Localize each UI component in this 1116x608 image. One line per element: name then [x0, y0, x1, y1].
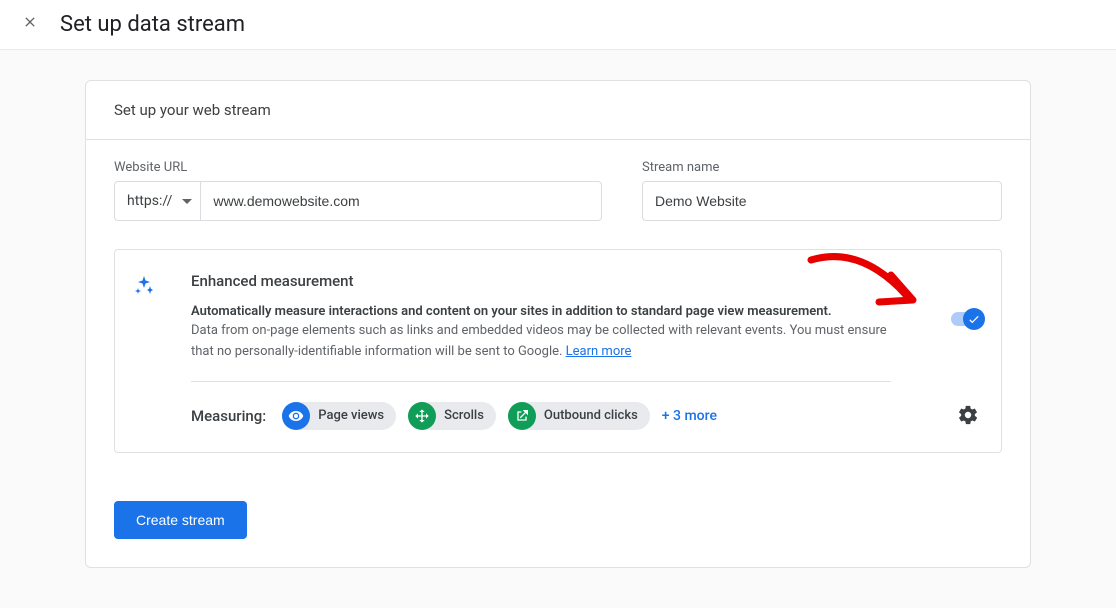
main-card: Set up your web stream Website URL https…: [85, 80, 1031, 568]
chevron-down-icon: [182, 199, 192, 204]
sparkle-icon: [132, 274, 156, 430]
chip-label: Page views: [318, 408, 384, 423]
section-title: Set up your web stream: [86, 81, 1030, 140]
eye-icon: [282, 402, 310, 430]
chip-scrolls: Scrolls: [408, 402, 496, 430]
enhanced-bold-line: Automatically measure interactions and c…: [191, 304, 979, 319]
measuring-row: Measuring: Page views Scrolls: [191, 402, 979, 430]
page-header: Set up data stream: [0, 0, 1116, 50]
enhanced-toggle[interactable]: [951, 312, 979, 326]
protocol-select[interactable]: https://: [114, 181, 200, 221]
gear-icon[interactable]: [957, 404, 979, 430]
enhanced-measurement-box: Enhanced measurement Automatically measu…: [114, 249, 1002, 453]
chip-page-views: Page views: [282, 402, 396, 430]
url-input[interactable]: [200, 181, 602, 221]
protocol-value: https://: [127, 193, 172, 209]
website-url-field: Website URL https://: [114, 160, 602, 221]
outbound-icon: [508, 402, 536, 430]
stream-name-label: Stream name: [642, 160, 1002, 175]
chip-label: Outbound clicks: [544, 408, 638, 423]
create-stream-button[interactable]: Create stream: [114, 501, 247, 539]
check-icon: [963, 308, 985, 330]
close-icon[interactable]: [20, 14, 40, 35]
stream-name-field: Stream name: [642, 160, 1002, 221]
enhanced-desc-text: Data from on-page elements such as links…: [191, 323, 887, 359]
page-title: Set up data stream: [60, 12, 245, 37]
url-label: Website URL: [114, 160, 602, 175]
chip-outbound: Outbound clicks: [508, 402, 650, 430]
measuring-label: Measuring:: [191, 407, 266, 425]
stream-name-input[interactable]: [642, 181, 1002, 221]
scroll-icon: [408, 402, 436, 430]
chip-label: Scrolls: [444, 408, 484, 423]
enhanced-description: Data from on-page elements such as links…: [191, 321, 891, 382]
enhanced-title: Enhanced measurement: [191, 272, 979, 290]
learn-more-link[interactable]: Learn more: [566, 344, 632, 359]
more-chips-link[interactable]: + 3 more: [662, 408, 717, 424]
